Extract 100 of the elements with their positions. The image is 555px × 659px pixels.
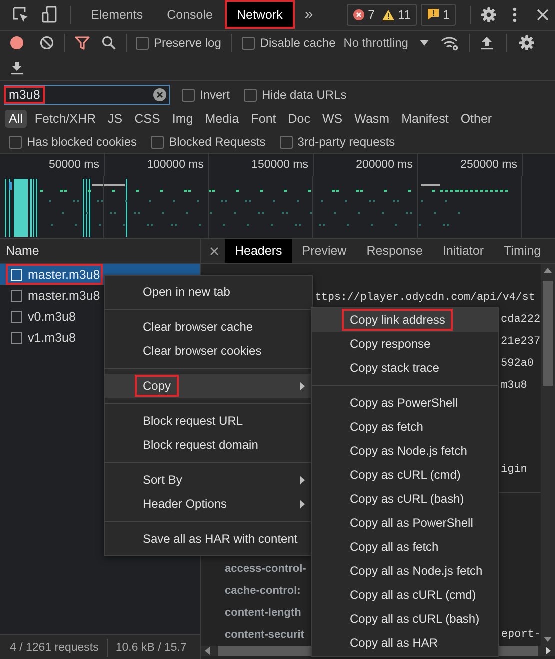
scroll-right-icon[interactable] — [546, 647, 551, 655]
settings-icon[interactable] — [481, 6, 497, 22]
menu-item[interactable]: Clear browser cache — [105, 315, 312, 339]
scroll-left-icon[interactable] — [205, 647, 210, 655]
menu-item[interactable]: Copy as fetch — [312, 415, 498, 439]
upload-icon[interactable] — [480, 36, 494, 50]
menu-item[interactable]: Copy stack trace — [312, 356, 498, 380]
request-count: 4 / 1261 requests — [10, 642, 99, 654]
inspect-icon[interactable] — [12, 6, 30, 24]
details-tab[interactable]: Headers — [225, 239, 292, 263]
scroll-up-icon[interactable] — [544, 268, 552, 273]
menu-item[interactable]: Copy all as cURL (cmd) — [312, 583, 498, 607]
type-filter[interactable]: Img — [168, 110, 198, 128]
checkbox[interactable] — [244, 88, 258, 102]
file-icon — [11, 268, 22, 280]
time-tick: 250000 ms — [418, 154, 522, 176]
type-filter[interactable]: Fetch/XHR — [30, 110, 100, 128]
details-tab[interactable]: Initiator — [433, 239, 494, 263]
header-value: 592a0 — [501, 358, 534, 372]
console-counter[interactable]: 7 11 — [347, 4, 418, 26]
checkbox-label: Hide data URLs — [262, 88, 347, 102]
menu-item[interactable]: Copy as PowerShell — [312, 391, 498, 415]
issues-counter[interactable]: 1 — [421, 4, 456, 26]
scroll-down-icon[interactable] — [544, 637, 552, 642]
checkbox[interactable] — [136, 36, 149, 50]
filter-icon[interactable] — [75, 36, 90, 50]
settings-icon[interactable] — [519, 35, 536, 51]
error-count: 7 — [368, 8, 376, 22]
checkbox-label: 3rd-party requests — [298, 135, 396, 149]
filter-field[interactable]: m3u8 — [4, 85, 170, 105]
search-icon[interactable] — [102, 36, 116, 50]
checkbox[interactable] — [242, 36, 256, 50]
type-filter[interactable]: CSS — [130, 110, 164, 128]
type-filter[interactable]: Other — [456, 110, 496, 128]
menu-item[interactable]: Copy all as cURL (bash) — [312, 607, 498, 631]
scrollbar-thumb[interactable] — [543, 281, 553, 386]
panel-tab[interactable]: Network — [224, 0, 295, 29]
vertical-scrollbar[interactable] — [541, 264, 555, 646]
transfer-size: 10.6 kB / 15.7 — [116, 642, 187, 654]
type-filter[interactable]: Font — [247, 110, 280, 128]
menu-item[interactable]: Block request URL — [105, 409, 312, 433]
menu-item[interactable]: Copy as cURL (cmd) — [312, 463, 498, 487]
details-tab[interactable]: Response — [356, 239, 434, 263]
close-icon[interactable] — [537, 8, 549, 20]
time-tick: 100000 ms — [104, 154, 209, 176]
type-filter[interactable]: Media — [201, 110, 244, 128]
header-name: content-securit — [225, 629, 304, 641]
checkbox[interactable] — [151, 136, 164, 148]
device-icon[interactable] — [42, 6, 58, 24]
header-name: cache-control: — [225, 585, 301, 597]
type-filter[interactable]: Manifest — [398, 110, 453, 128]
menu-item[interactable]: Save all as HAR with content — [105, 527, 312, 551]
menu-item[interactable]: Clear browser cookies — [105, 339, 312, 363]
header-value: cda222 — [501, 314, 541, 328]
clear-icon[interactable] — [40, 36, 54, 50]
panel-tab[interactable]: Console — [155, 0, 225, 29]
menu-item[interactable]: Copy all as PowerShell — [312, 511, 498, 535]
header-name: access-control- — [225, 563, 306, 575]
menu-item[interactable]: Block request domain — [105, 433, 312, 457]
menu-item[interactable]: Copy all as fetch — [312, 535, 498, 559]
panel-tab[interactable]: Elements — [79, 0, 156, 29]
error-icon — [353, 8, 366, 20]
more-options-icon[interactable] — [513, 6, 517, 22]
type-filter[interactable]: JS — [104, 110, 127, 128]
details-tab[interactable]: Preview — [292, 239, 357, 263]
header-value: igin — [501, 464, 528, 478]
request-url: ttps://player.odycdn.com/api/v4/st — [315, 292, 536, 306]
checkbox[interactable] — [182, 88, 195, 102]
column-header[interactable]: Name — [0, 239, 200, 264]
type-filter[interactable]: All — [5, 110, 27, 128]
menu-item[interactable]: Header Options — [105, 492, 312, 516]
checkbox-label: Has blocked cookies — [27, 135, 138, 149]
record-button[interactable] — [10, 36, 24, 50]
checkbox[interactable] — [280, 136, 293, 148]
more-tabs-button[interactable]: » — [304, 6, 314, 23]
details-tab[interactable]: Timing — [494, 239, 552, 263]
checkbox-label: Preserve log — [154, 36, 222, 50]
header-value: m3u8 — [501, 380, 528, 394]
menu-item[interactable]: Copy all as HAR — [312, 631, 498, 655]
menu-item[interactable]: Copy as Node.js fetch — [312, 439, 498, 463]
close-icon[interactable] — [210, 246, 219, 256]
menu-item[interactable]: Copy response — [312, 332, 498, 356]
menu-item[interactable]: Copy link address — [312, 308, 498, 332]
type-filter[interactable]: WS — [318, 110, 347, 128]
network-conditions-icon[interactable] — [441, 36, 460, 50]
type-filter[interactable]: Doc — [284, 110, 314, 128]
menu-item[interactable]: Copy all as Node.js fetch — [312, 559, 498, 583]
throttling-dropdown[interactable]: No throttling — [344, 36, 430, 50]
download-icon[interactable] — [10, 60, 24, 74]
menu-item[interactable]: Copy as cURL (bash) — [312, 487, 498, 511]
clear-filter-icon[interactable] — [153, 88, 167, 102]
time-tick: 150000 ms — [209, 154, 314, 176]
type-filter[interactable]: Wasm — [350, 110, 394, 128]
time-tick: 50000 ms — [0, 154, 104, 176]
warning-icon — [382, 8, 396, 20]
file-icon — [11, 310, 22, 322]
menu-item[interactable]: Copy — [105, 374, 312, 398]
menu-item[interactable]: Sort By — [105, 468, 312, 492]
checkbox[interactable] — [9, 136, 22, 148]
checkbox-label: Invert — [200, 88, 230, 102]
